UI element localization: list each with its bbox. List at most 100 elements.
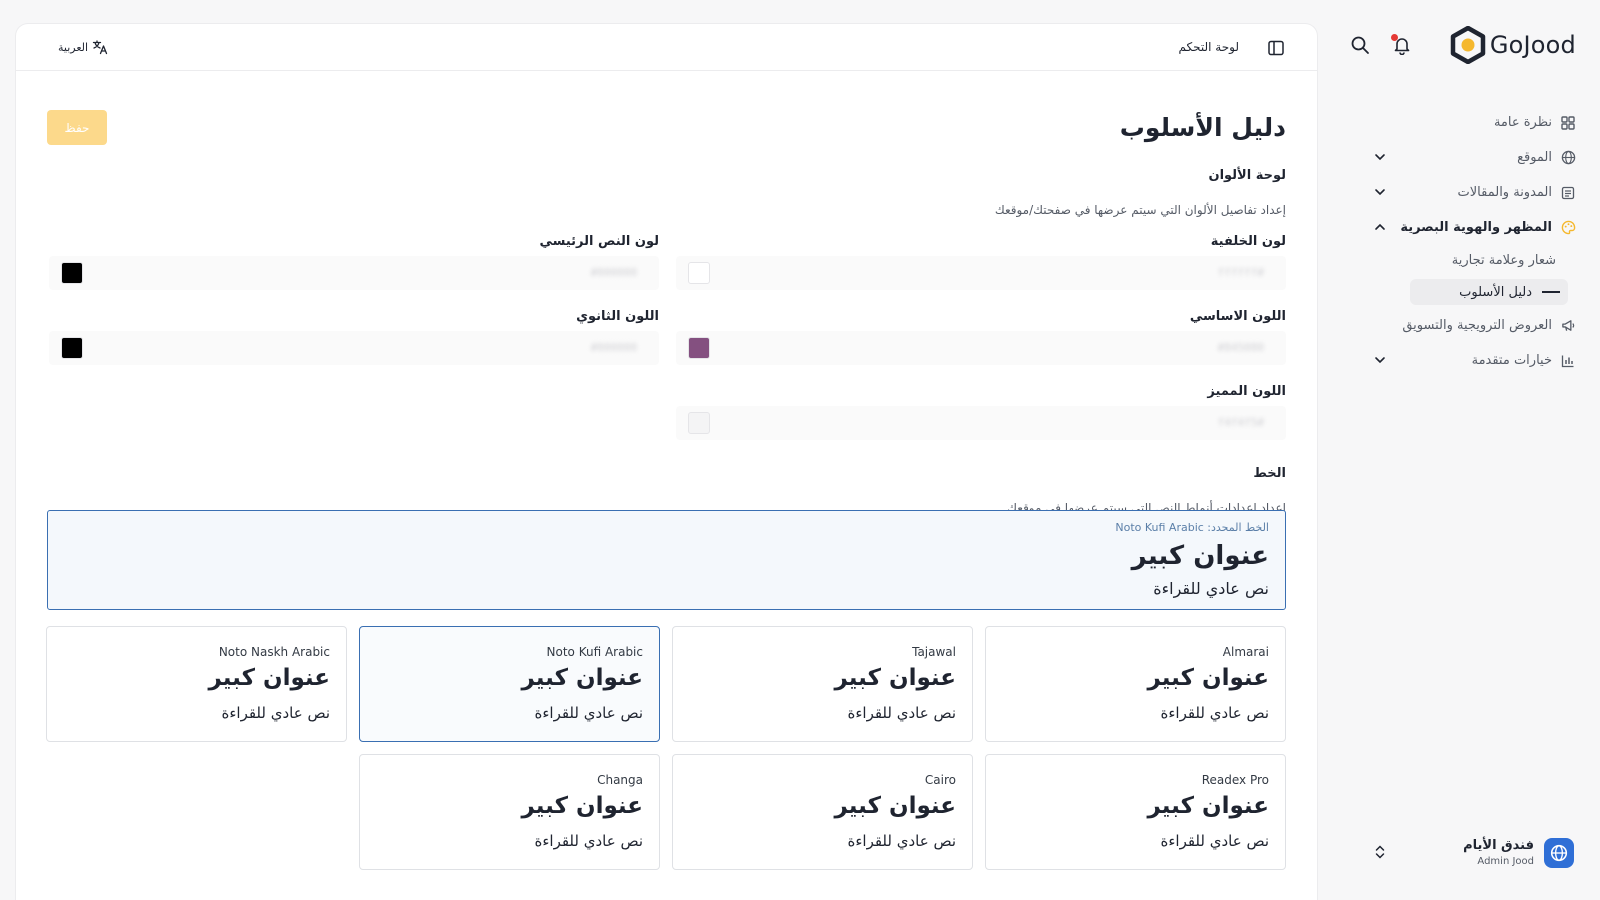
breadcrumb: لوحة التحكم (1178, 40, 1240, 54)
selected-font-label: الخط المحدد: Noto Kufi Arabic (1115, 521, 1269, 534)
color-input[interactable]: #000000 (49, 256, 659, 290)
language-label: العربية (58, 40, 89, 54)
palette-icon (1560, 220, 1576, 236)
font-option-readex-pro[interactable]: Readex Pro عنوان كبير نص عادي للقراءة (985, 754, 1286, 870)
sidebar-subitem-branding[interactable]: شعار وعلامة تجارية (1338, 245, 1600, 276)
page-title: دليل الأسلوب (1119, 113, 1286, 142)
font-name: Tajawal (912, 645, 956, 659)
field-label: لون الخلفية (1210, 234, 1286, 249)
font-option-changa[interactable]: Changa عنوان كبير نص عادي للقراءة (359, 754, 660, 870)
brand-name: GoJood (1489, 31, 1576, 59)
brand-logo[interactable]: GoJood (1450, 26, 1576, 64)
font-sample-heading: عنوان كبير (834, 793, 956, 819)
color-swatch[interactable] (688, 337, 710, 359)
font-sample-heading: عنوان كبير (208, 665, 330, 691)
avatar (1544, 838, 1574, 868)
sidebar-item-overview[interactable]: نظرة عامة (1338, 105, 1600, 140)
megaphone-icon (1560, 318, 1576, 334)
color-swatch[interactable] (688, 262, 710, 284)
color-input[interactable]: #ffffff (676, 256, 1286, 290)
font-sample-body: نص عادي للقراءة (534, 704, 643, 722)
sidebar-item-promotions[interactable]: العروض الترويجية والتسويق (1338, 308, 1600, 343)
sidebar-subitem-label: دليل الأسلوب (1459, 284, 1532, 300)
colors-section-title: لوحة الألوان (1208, 168, 1286, 183)
chart-icon (1560, 353, 1576, 369)
fonts-section-title: الخط (1253, 466, 1286, 481)
preview-body: نص عادي للقراءة (1153, 579, 1269, 598)
field-label: اللون الثانوي (576, 309, 659, 324)
color-swatch[interactable] (61, 337, 83, 359)
colors-section-description: إعداد تفاصيل الألوان التي سيتم عرضها في … (994, 203, 1286, 217)
font-sample-heading: عنوان كبير (1147, 793, 1269, 819)
selected-font-preview: الخط المحدد: Noto Kufi Arabic عنوان كبير… (47, 510, 1286, 610)
chevron-up-icon[interactable] (1373, 220, 1387, 234)
chevron-up-down-icon[interactable] (1373, 844, 1387, 860)
font-option-noto-naskh-arabic[interactable]: Noto Naskh Arabic عنوان كبير نص عادي للق… (46, 626, 347, 742)
color-value: #f4f4f5 (1217, 416, 1264, 429)
sidebar-item-label: المظهر والهوية البصرية (1400, 220, 1552, 235)
notifications-button[interactable] (1390, 33, 1414, 57)
color-input[interactable]: #845080 (676, 331, 1286, 365)
account-switcher[interactable]: فندق الأيام Admin Jood (1338, 832, 1600, 872)
font-sample-heading: عنوان كبير (834, 665, 956, 691)
sidebar-nav: نظرة عامة الموقع المدونة والمقالات المظه… (1338, 105, 1600, 378)
sidebar-item-label: العروض الترويجية والتسويق (1402, 318, 1552, 333)
color-value: #000000 (590, 266, 637, 279)
language-switcher[interactable]: العربية (58, 39, 108, 55)
font-name: Almarai (1222, 645, 1269, 659)
sidebar-toggle-icon[interactable] (1267, 39, 1285, 57)
color-value: #ffffff (1217, 266, 1264, 279)
chevron-down-icon[interactable] (1373, 150, 1387, 164)
color-input[interactable]: #000000 (49, 331, 659, 365)
font-option-almarai[interactable]: Almarai عنوان كبير نص عادي للقراءة (985, 626, 1286, 742)
sidebar-subitem-style-guide[interactable]: دليل الأسلوب (1410, 279, 1568, 305)
preview-heading: عنوان كبير (1131, 541, 1269, 571)
font-option-noto-kufi-arabic[interactable]: Noto Kufi Arabic عنوان كبير نص عادي للقر… (359, 626, 660, 742)
font-sample-body: نص عادي للقراءة (1160, 704, 1269, 722)
sidebar-item-appearance[interactable]: المظهر والهوية البصرية (1338, 210, 1600, 245)
font-name: Cairo (924, 773, 956, 787)
color-value: #845080 (1217, 341, 1264, 354)
color-swatch[interactable] (688, 412, 710, 434)
color-input[interactable]: #f4f4f5 (676, 406, 1286, 440)
field-label: اللون المميز (1207, 384, 1286, 399)
newspaper-icon (1560, 185, 1576, 201)
account-name: فندق الأيام (1463, 838, 1534, 853)
font-option-tajawal[interactable]: Tajawal عنوان كبير نص عادي للقراءة (672, 626, 973, 742)
sidebar-item-label: خيارات متقدمة (1471, 353, 1552, 368)
field-label: اللون الاساسي (1189, 309, 1286, 324)
grid-icon (1560, 115, 1576, 131)
sidebar: GoJood نظرة عامة الموقع المدونة والمقالا… (1338, 0, 1600, 900)
account-role: Admin Jood (1477, 856, 1534, 867)
topbar: لوحة التحكم العربية (16, 24, 1317, 71)
globe-icon (1560, 150, 1576, 166)
font-name: Noto Kufi Arabic (546, 645, 643, 659)
color-value: #000000 (590, 341, 637, 354)
font-sample-body: نص عادي للقراءة (847, 832, 956, 850)
active-indicator (1542, 291, 1560, 293)
sidebar-item-label: نظرة عامة (1493, 115, 1552, 130)
field-label: لون النص الرئيسي (539, 234, 659, 249)
globe-icon (1550, 844, 1568, 862)
font-sample-body: نص عادي للقراءة (534, 832, 643, 850)
font-sample-heading: عنوان كبير (521, 793, 643, 819)
notification-dot (1391, 34, 1398, 41)
font-sample-body: نص عادي للقراءة (221, 704, 330, 722)
font-sample-body: نص عادي للقراءة (847, 704, 956, 722)
font-sample-body: نص عادي للقراءة (1160, 832, 1269, 850)
sidebar-top-icons (1348, 33, 1414, 57)
sidebar-item-advanced[interactable]: خيارات متقدمة (1338, 343, 1600, 378)
save-button[interactable]: حفظ (47, 110, 107, 145)
font-name: Changa (597, 773, 643, 787)
sidebar-subitem-label: شعار وعلامة تجارية (1451, 253, 1556, 268)
search-button[interactable] (1348, 33, 1372, 57)
main-panel: لوحة التحكم العربية دليل الأسلوب حفظ لوح… (16, 24, 1317, 900)
sidebar-item-blog[interactable]: المدونة والمقالات (1338, 175, 1600, 210)
color-swatch[interactable] (61, 262, 83, 284)
sidebar-item-website[interactable]: الموقع (1338, 140, 1600, 175)
chevron-down-icon[interactable] (1373, 185, 1387, 199)
chevron-down-icon[interactable] (1373, 353, 1387, 367)
translate-icon (92, 40, 108, 55)
font-option-cairo[interactable]: Cairo عنوان كبير نص عادي للقراءة (672, 754, 973, 870)
search-icon (1351, 36, 1369, 54)
